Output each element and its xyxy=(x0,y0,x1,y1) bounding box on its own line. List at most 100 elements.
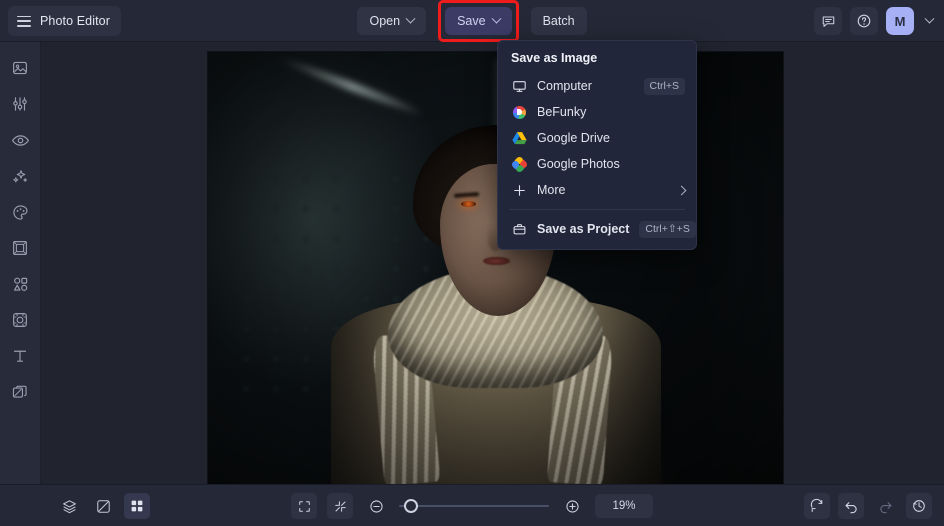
menu-item-label: More xyxy=(537,183,566,197)
editor-canvas[interactable] xyxy=(41,42,944,484)
menu-item-shortcut: Ctrl+S xyxy=(643,77,685,95)
save-button-label: Save xyxy=(457,14,486,28)
menu-item-label: Google Photos xyxy=(537,157,620,171)
zoom-out-button[interactable] xyxy=(363,493,389,519)
sidebar-item-touch-up[interactable] xyxy=(5,128,35,152)
undo-button[interactable] xyxy=(838,493,864,519)
zoom-level-value: 19% xyxy=(612,500,636,512)
fit-screen-button[interactable] xyxy=(327,493,353,519)
menu-item-befunky[interactable]: BeFunky xyxy=(498,99,696,125)
layers-icon xyxy=(62,499,76,513)
sidebar-item-image[interactable] xyxy=(5,56,35,80)
history-controls xyxy=(804,485,932,526)
reset-icon xyxy=(810,498,823,513)
bottom-toolbar: 19% xyxy=(0,484,944,526)
sidebar-item-artsy[interactable] xyxy=(5,200,35,224)
layers-duplicate-icon xyxy=(12,385,27,398)
hamburger-icon xyxy=(17,15,31,27)
history-button[interactable] xyxy=(906,493,932,519)
zoom-level-field[interactable]: 19% xyxy=(595,494,653,518)
photo-editor-app: Photo Editor Open Save Batch M 19% Save … xyxy=(0,0,944,526)
zoom-slider-handle[interactable] xyxy=(404,499,418,513)
plus-circle-icon xyxy=(565,499,579,513)
save-button-highlight: Save xyxy=(438,0,519,42)
app-title: Photo Editor xyxy=(40,14,110,28)
overlay-icon xyxy=(13,313,27,327)
open-button-label: Open xyxy=(369,14,401,28)
fullscreen-button[interactable] xyxy=(291,493,317,519)
top-center-actions: Open Save Batch xyxy=(0,0,944,42)
save-button[interactable]: Save xyxy=(445,7,512,35)
save-dropdown-menu: Save as Image Computer Ctrl+S BeFunky Go… xyxy=(497,40,697,250)
avatar-initial: M xyxy=(894,13,906,29)
zoom-slider-track xyxy=(399,505,549,507)
app-menu-button[interactable]: Photo Editor xyxy=(8,6,121,36)
sidebar-item-text[interactable] xyxy=(5,344,35,368)
menu-item-google-photos[interactable]: Google Photos xyxy=(498,151,696,177)
befunky-logo-icon xyxy=(511,104,527,120)
batch-button-label: Batch xyxy=(542,14,575,28)
menu-item-label: BeFunky xyxy=(537,105,587,119)
history-icon xyxy=(913,500,925,512)
reset-button[interactable] xyxy=(804,493,830,519)
zoom-in-button[interactable] xyxy=(559,493,585,519)
grid-view-button[interactable] xyxy=(124,493,150,519)
layers-panel-button[interactable] xyxy=(56,493,82,519)
sliders-icon xyxy=(13,97,27,111)
chevron-down-icon xyxy=(405,13,416,24)
compare-icon xyxy=(96,499,110,513)
compare-button[interactable] xyxy=(90,493,116,519)
collapse-icon xyxy=(334,500,346,512)
plus-icon xyxy=(511,182,527,198)
avatar[interactable]: M xyxy=(886,7,914,35)
open-button[interactable]: Open xyxy=(357,7,427,35)
frame-icon xyxy=(13,241,27,255)
help-circle-icon xyxy=(857,14,871,28)
account-menu-button[interactable] xyxy=(922,7,936,35)
google-photos-icon xyxy=(510,155,528,173)
palette-icon xyxy=(12,204,28,220)
grid-icon xyxy=(131,500,143,512)
shapes-icon xyxy=(13,277,27,291)
sidebar-item-overlays[interactable] xyxy=(5,308,35,332)
minus-circle-icon xyxy=(369,499,383,513)
top-toolbar: Photo Editor Open Save Batch M xyxy=(0,0,944,42)
sidebar-item-layers[interactable] xyxy=(5,380,35,404)
chevron-down-icon xyxy=(924,13,934,24)
comment-icon xyxy=(822,15,834,27)
batch-button[interactable]: Batch xyxy=(530,7,587,35)
bottom-left-tools xyxy=(56,485,150,526)
undo-icon xyxy=(845,501,857,513)
menu-item-label: Google Drive xyxy=(537,131,610,145)
eye-icon xyxy=(11,134,29,146)
menu-item-shortcut: Ctrl+⇧+S xyxy=(639,220,696,238)
sidebar-item-edit[interactable] xyxy=(5,92,35,116)
tools-sidebar xyxy=(0,42,41,484)
zoom-slider[interactable] xyxy=(399,496,549,516)
chevron-down-icon xyxy=(491,13,502,24)
google-drive-icon xyxy=(511,130,527,146)
menu-item-save-as-project[interactable]: Save as Project Ctrl+⇧+S xyxy=(498,216,696,242)
text-icon xyxy=(13,350,27,362)
redo-button[interactable] xyxy=(872,493,898,519)
monitor-icon xyxy=(511,78,527,94)
menu-divider xyxy=(509,209,685,210)
top-right-actions: M xyxy=(814,0,936,42)
sidebar-item-graphics[interactable] xyxy=(5,272,35,296)
image-icon xyxy=(13,61,27,75)
menu-item-google-drive[interactable]: Google Drive xyxy=(498,125,696,151)
sidebar-item-effects[interactable] xyxy=(5,164,35,188)
menu-item-computer[interactable]: Computer Ctrl+S xyxy=(498,73,696,99)
redo-icon xyxy=(879,501,891,513)
help-button[interactable] xyxy=(850,7,878,35)
chevron-right-icon xyxy=(676,185,687,195)
sidebar-item-frames[interactable] xyxy=(5,236,35,260)
expand-icon xyxy=(298,500,310,512)
feedback-button[interactable] xyxy=(814,7,842,35)
save-menu-title: Save as Image xyxy=(511,51,598,65)
menu-item-more[interactable]: More xyxy=(498,177,696,203)
sparkles-icon xyxy=(12,169,27,182)
menu-item-label: Save as Project xyxy=(537,222,630,236)
menu-item-label: Computer xyxy=(537,79,592,93)
briefcase-icon xyxy=(511,221,527,237)
